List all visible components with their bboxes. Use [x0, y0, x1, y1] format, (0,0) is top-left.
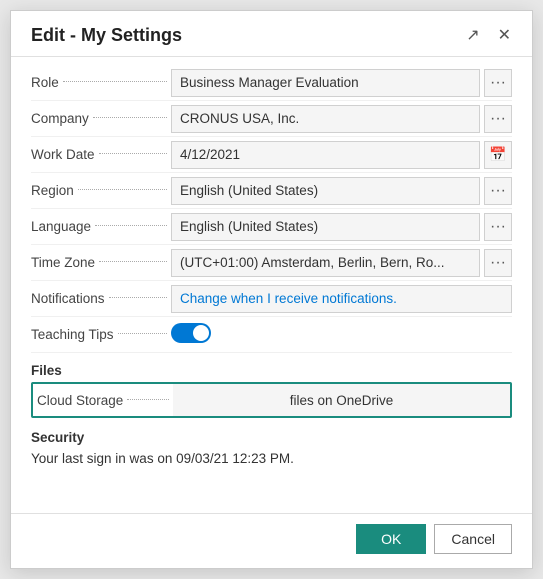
dialog-title: Edit - My Settings — [31, 25, 182, 46]
dialog-header: Edit - My Settings ↗ ✕ — [11, 11, 532, 57]
cloud-storage-label: Cloud Storage — [37, 393, 123, 408]
cloud-storage-dots — [127, 399, 169, 400]
region-input[interactable] — [171, 177, 480, 205]
language-row: Language ··· — [31, 209, 512, 245]
notifications-value-wrap: Change when I receive notifications. — [171, 285, 512, 313]
edit-my-settings-dialog: Edit - My Settings ↗ ✕ Role ··· — [10, 10, 533, 569]
teaching-tips-toggle-wrap — [171, 319, 512, 350]
teaching-tips-label-col: Teaching Tips — [31, 327, 171, 342]
region-ellipsis-button[interactable]: ··· — [484, 177, 512, 205]
dialog-footer: OK Cancel — [11, 513, 532, 568]
company-label: Company — [31, 111, 89, 126]
role-label: Role — [31, 75, 59, 90]
teaching-tips-toggle[interactable] — [171, 323, 211, 343]
role-label-col: Role — [31, 75, 171, 90]
region-label-col: Region — [31, 183, 171, 198]
teaching-tips-dots — [118, 333, 167, 334]
notifications-dots — [109, 297, 167, 298]
notifications-row: Notifications Change when I receive noti… — [31, 281, 512, 317]
work-date-input[interactable] — [171, 141, 480, 169]
security-text: Your last sign in was on 09/03/21 12:23 … — [31, 451, 512, 466]
timezone-label-col: Time Zone — [31, 255, 171, 270]
expand-button[interactable]: ↗ — [461, 26, 484, 46]
role-input[interactable] — [171, 69, 480, 97]
role-ellipsis-button[interactable]: ··· — [484, 69, 512, 97]
work-date-value-wrap: 📅 — [171, 141, 512, 169]
timezone-row: Time Zone ··· — [31, 245, 512, 281]
calendar-button[interactable]: 📅 — [484, 141, 512, 169]
language-dots — [95, 225, 167, 226]
language-input[interactable] — [171, 213, 480, 241]
role-dots — [63, 81, 167, 82]
ok-button[interactable]: OK — [356, 524, 426, 554]
timezone-label: Time Zone — [31, 255, 95, 270]
dialog-body: Role ··· Company ··· Work Date — [11, 57, 532, 513]
language-label-col: Language — [31, 219, 171, 234]
header-icons: ↗ ✕ — [461, 26, 516, 46]
toggle-slider — [171, 323, 211, 343]
notifications-link[interactable]: Change when I receive notifications. — [171, 285, 512, 313]
close-icon: ✕ — [498, 27, 511, 44]
role-row: Role ··· — [31, 65, 512, 101]
work-date-label-col: Work Date — [31, 147, 171, 162]
timezone-input[interactable] — [171, 249, 480, 277]
work-date-dots — [99, 153, 167, 154]
cloud-storage-button[interactable]: files on OneDrive — [173, 384, 510, 416]
security-title: Security — [31, 430, 512, 445]
cloud-storage-label-col: Cloud Storage — [33, 393, 173, 408]
language-value-wrap: ··· — [171, 213, 512, 241]
region-row: Region ··· — [31, 173, 512, 209]
language-label: Language — [31, 219, 91, 234]
timezone-dots — [99, 261, 167, 262]
teaching-tips-label: Teaching Tips — [31, 327, 114, 342]
cancel-button[interactable]: Cancel — [434, 524, 512, 554]
teaching-tips-row: Teaching Tips — [31, 317, 512, 353]
close-button[interactable]: ✕ — [493, 26, 516, 46]
region-value-wrap: ··· — [171, 177, 512, 205]
company-ellipsis-button[interactable]: ··· — [484, 105, 512, 133]
notifications-label-col: Notifications — [31, 291, 171, 306]
company-row: Company ··· — [31, 101, 512, 137]
cloud-storage-row: Cloud Storage files on OneDrive — [31, 382, 512, 418]
expand-icon: ↗ — [466, 27, 479, 44]
role-value-wrap: ··· — [171, 69, 512, 97]
language-ellipsis-button[interactable]: ··· — [484, 213, 512, 241]
work-date-row: Work Date 📅 — [31, 137, 512, 173]
region-label: Region — [31, 183, 74, 198]
files-section-label: Files — [31, 353, 512, 382]
company-input[interactable] — [171, 105, 480, 133]
timezone-value-wrap: ··· — [171, 249, 512, 277]
work-date-label: Work Date — [31, 147, 95, 162]
region-dots — [78, 189, 167, 190]
notifications-label: Notifications — [31, 291, 105, 306]
company-value-wrap: ··· — [171, 105, 512, 133]
company-dots — [93, 117, 167, 118]
security-section: Security Your last sign in was on 09/03/… — [31, 422, 512, 470]
company-label-col: Company — [31, 111, 171, 126]
timezone-ellipsis-button[interactable]: ··· — [484, 249, 512, 277]
